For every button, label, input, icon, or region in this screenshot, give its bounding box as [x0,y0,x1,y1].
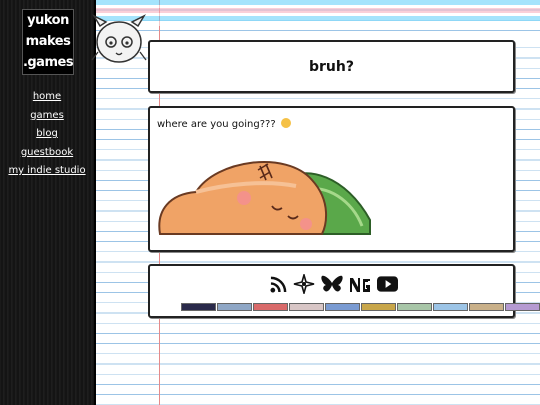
nav-link-blog[interactable]: blog [0,125,94,144]
nav-link-indie-studio[interactable]: my indie studio [0,162,94,181]
sidebar: yukon makes .games home games blog guest… [0,0,96,405]
web-button-badges [181,303,540,311]
newgrounds-icon[interactable] [349,276,371,297]
page-title: bruh? [309,58,354,75]
nav-link-games[interactable]: games [0,107,94,126]
logo-line-3: .games [22,55,74,70]
pride-flag-stripe [96,0,540,26]
badge-2[interactable] [217,303,252,311]
bluesky-icon[interactable] [321,275,343,298]
sleeping-peach-illustration [158,161,371,235]
surprised-emoji-icon [280,118,291,128]
message-text: where are you going??? [157,118,513,130]
social-links [270,272,398,298]
badge-4[interactable] [289,303,324,311]
sidebar-nav: home games blog guestbook my indie studi… [0,88,94,181]
badge-1[interactable] [181,303,216,311]
links-card [148,264,540,318]
mascot-sketch [91,14,147,63]
youtube-icon[interactable] [377,276,398,296]
rss-icon[interactable] [270,276,287,297]
nav-link-home[interactable]: home [0,88,94,107]
badge-10[interactable] [505,303,540,311]
message-card: where are you going??? [148,106,515,252]
sparkle-icon[interactable] [293,272,315,298]
title-card: bruh? [148,40,515,93]
badge-9[interactable] [469,303,504,311]
message-label: where are you going??? [157,119,276,130]
badge-8[interactable] [433,303,468,311]
badge-5[interactable] [325,303,360,311]
site-logo[interactable]: yukon makes .games [22,9,74,75]
logo-line-2: makes [25,34,71,49]
badge-7[interactable] [397,303,432,311]
nav-link-guestbook[interactable]: guestbook [0,144,94,163]
logo-line-1: yukon [27,13,69,28]
badge-3[interactable] [253,303,288,311]
badge-6[interactable] [361,303,396,311]
